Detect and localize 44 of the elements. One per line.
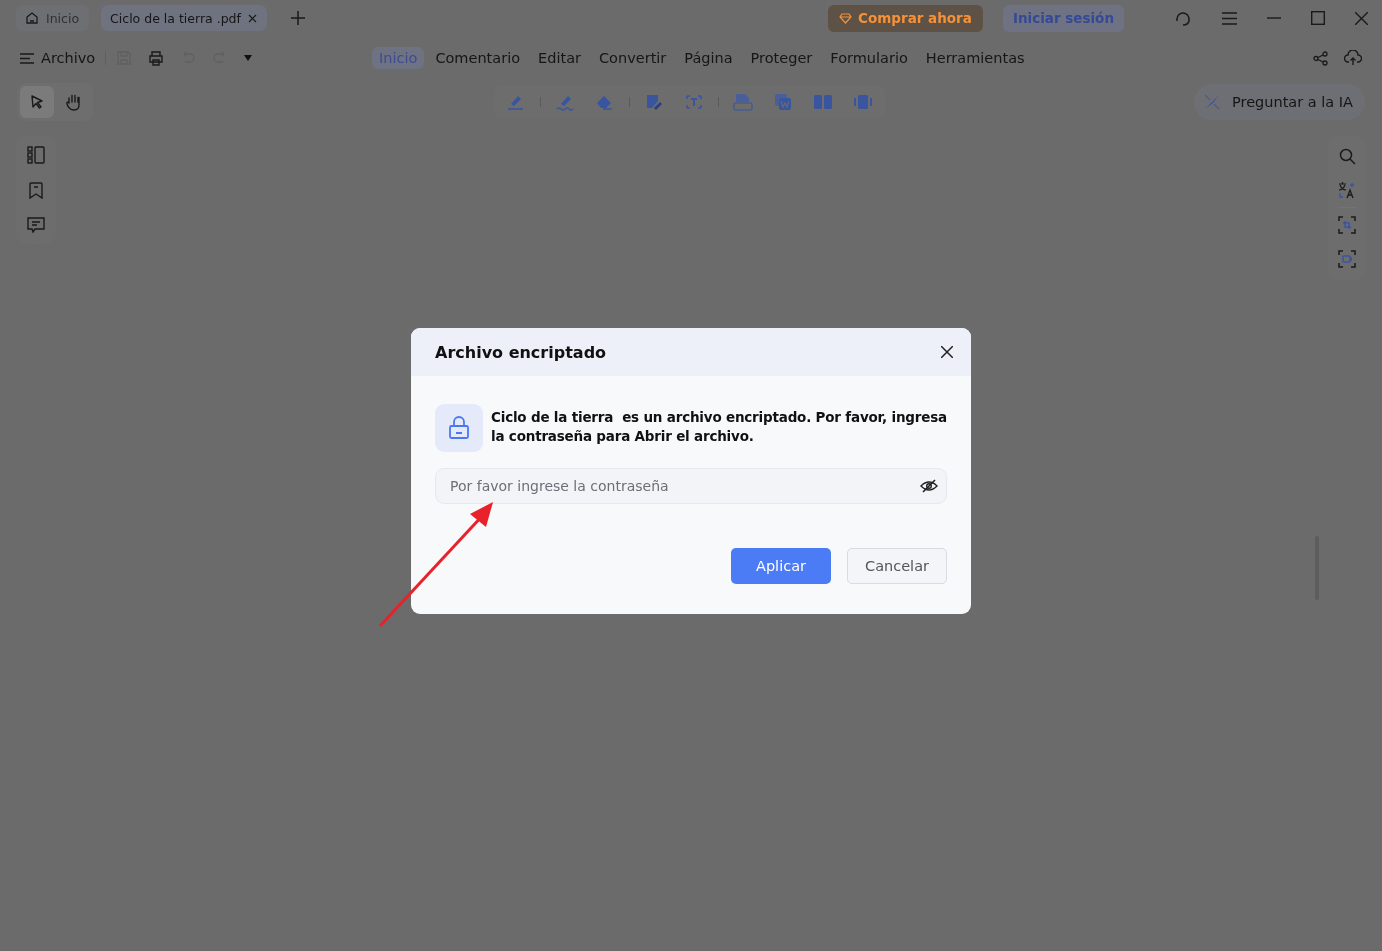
ribbon-tab[interactable]: Convertir — [592, 47, 674, 69]
home-icon — [25, 11, 39, 25]
login-button[interactable]: Iniciar sesión — [1002, 4, 1124, 32]
pointer-tool[interactable] — [20, 86, 54, 118]
buy-button[interactable]: Comprar ahora — [828, 4, 983, 32]
apply-button[interactable]: Aplicar — [731, 548, 831, 584]
dialog-message: Ciclo de la tierra es un archivo encriptado. Por favor, ingresa la contraseña para Abrir el archivo. — [491, 408, 947, 446]
ribbon-tab[interactable]: Editar — [531, 47, 588, 69]
ribbon-tab[interactable]: Comentario — [428, 47, 528, 69]
cursor-icon — [29, 94, 45, 110]
print-icon[interactable] — [148, 50, 165, 66]
translate-icon[interactable] — [1338, 181, 1356, 199]
hand-icon — [64, 93, 82, 111]
password-field[interactable]: Por favor ingrese la contraseña — [435, 468, 947, 504]
lock-icon — [435, 404, 483, 452]
ribbon-tab[interactable]: Herramientas — [918, 47, 1032, 69]
diamond-icon — [839, 12, 853, 24]
ribbon-tab[interactable]: Formulario — [823, 47, 915, 69]
crop-icon[interactable] — [1338, 216, 1356, 234]
tab-label: Inicio — [46, 10, 80, 26]
share-icon[interactable] — [1313, 50, 1328, 66]
search-icon[interactable] — [1338, 148, 1356, 165]
close-icon[interactable] — [941, 346, 953, 358]
file-menu[interactable]: Archivo — [20, 50, 96, 66]
edit-page-icon[interactable] — [644, 93, 664, 111]
eye-hidden-icon[interactable] — [920, 479, 938, 493]
tab-label: Ciclo de la tierra .pdf — [110, 10, 241, 26]
ribbon-tab[interactable]: Página — [677, 47, 740, 69]
menu-icon — [20, 52, 34, 64]
cloud-upload-icon[interactable] — [1344, 50, 1362, 66]
dropdown-caret-icon[interactable] — [244, 55, 253, 61]
document-tab[interactable]: Ciclo de la tierra .pdf — [101, 5, 267, 31]
add-tab-icon[interactable] — [290, 11, 305, 25]
screen-capture-icon[interactable] — [1338, 250, 1356, 268]
cancel-button[interactable]: Cancelar — [847, 548, 947, 584]
comment-icon[interactable] — [27, 217, 45, 234]
ribbon-tab[interactable]: Proteger — [743, 47, 820, 69]
document-tab[interactable]: Inicio — [16, 5, 90, 31]
dialog-title: Archivo encriptado — [435, 342, 607, 362]
maximize-icon[interactable] — [1311, 11, 1325, 25]
thumbnails-icon[interactable] — [27, 146, 45, 164]
bookmark-icon[interactable] — [29, 182, 43, 199]
menu-icon[interactable] — [1222, 11, 1237, 25]
ask-ai-button[interactable]: Preguntar a la IA — [1194, 84, 1365, 120]
